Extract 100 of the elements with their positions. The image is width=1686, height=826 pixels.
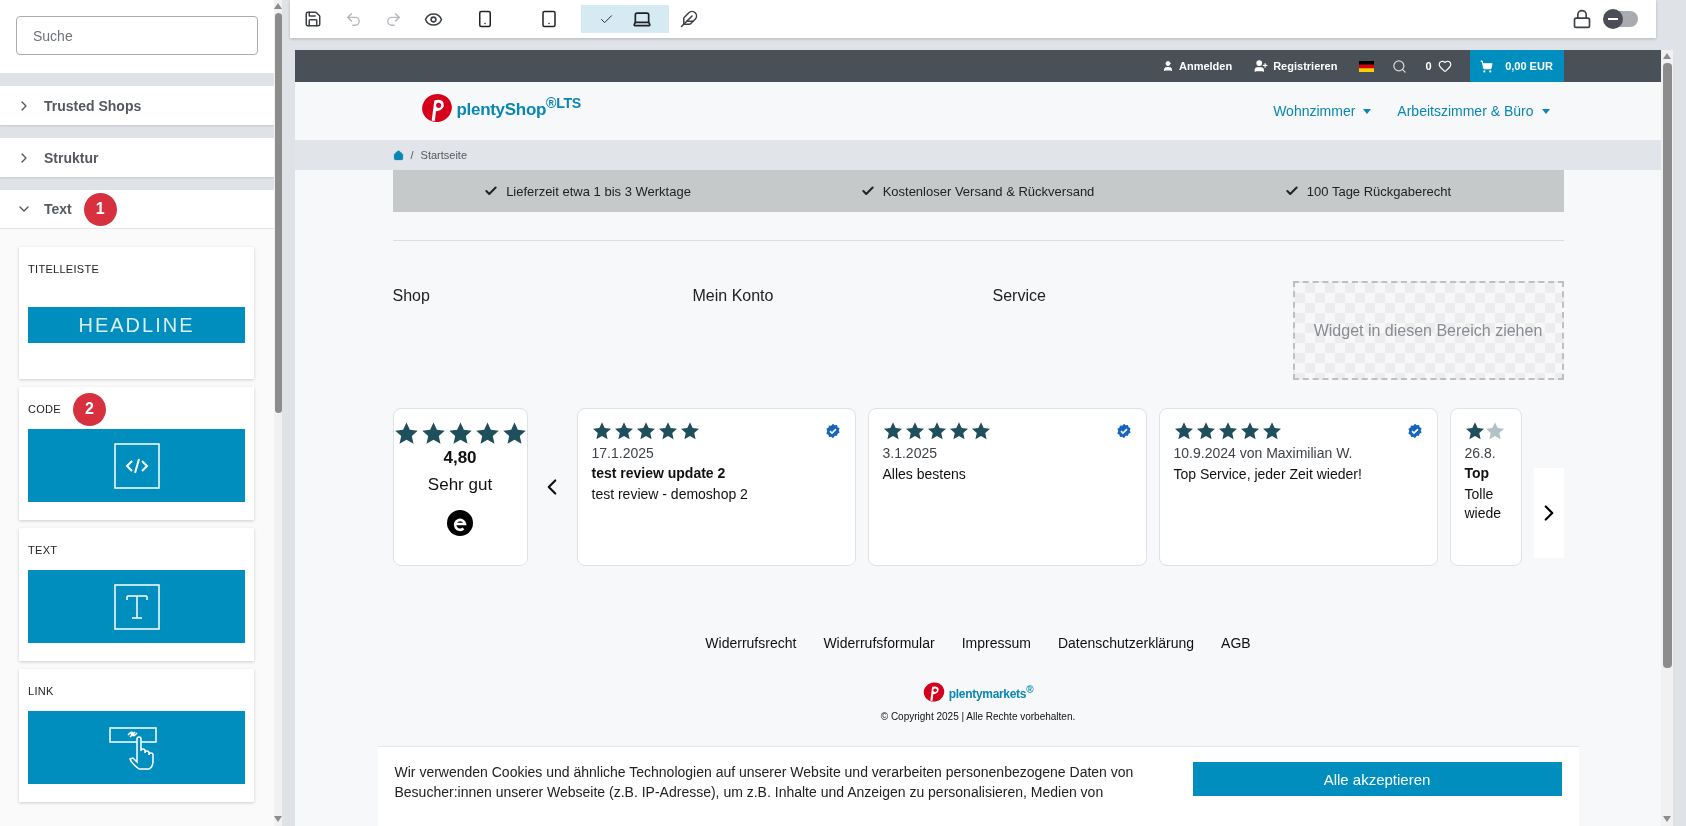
check-icon xyxy=(1284,184,1299,198)
login-link[interactable]: Anmelden xyxy=(1162,60,1233,72)
search-button[interactable] xyxy=(1392,58,1408,74)
star-icon xyxy=(926,421,947,441)
usp-item: 100 Tage Rückgaberecht xyxy=(1284,183,1452,199)
widget-label: TEXT xyxy=(28,544,58,556)
breadcrumb-separator: / xyxy=(410,149,414,161)
star-icon xyxy=(1217,421,1238,441)
user-plus-icon xyxy=(1254,59,1269,73)
cart-button[interactable]: 0,00 EUR xyxy=(1469,50,1564,82)
heart-icon xyxy=(1437,59,1452,73)
footer-link[interactable]: Widerrufsformular xyxy=(823,635,935,651)
widget-label: CODE xyxy=(28,403,61,415)
tablet-icon xyxy=(540,10,558,28)
undo-icon xyxy=(344,10,362,28)
phone-icon xyxy=(476,10,494,28)
lock-icon[interactable] xyxy=(1572,9,1592,29)
wishlist-button[interactable]: 0 xyxy=(1425,59,1452,73)
star-icon xyxy=(447,421,473,446)
section-header[interactable]: Text 1 xyxy=(0,190,274,229)
star-icon xyxy=(591,421,612,441)
star-rating-drawing xyxy=(1464,421,1505,441)
text-icon xyxy=(113,583,160,630)
footer-link[interactable]: Datenschutzerklärung xyxy=(1057,635,1195,651)
star-icon xyxy=(657,421,678,441)
user-icon xyxy=(1162,60,1174,72)
star-icon xyxy=(613,421,634,441)
review-title: test review update 2 xyxy=(591,465,727,481)
cookie-text: Wir verwenden Cookies und ähnliche Technologien auf unserer Website und verarbeiten personenbezogene Daten von Besucher:innen unserer Webseite (z.B. IP-Adresse), um z.B. Inhalte und Anzeigen zu personalisieren, Medien von xyxy=(394,763,1135,802)
footer-link[interactable]: Widerrufsrecht xyxy=(705,635,797,651)
widget-card[interactable]: TITELLEISTE HEADLINE xyxy=(19,247,254,379)
logo-icon xyxy=(420,92,453,124)
nav-link[interactable]: Arbeitszimmer & Büro xyxy=(1397,103,1550,119)
review-text: Tolle wiede xyxy=(1464,485,1503,523)
star-icon xyxy=(904,421,925,441)
toggle-switch[interactable] xyxy=(1604,11,1638,27)
section-label: Trusted Shops xyxy=(44,97,142,114)
star-icon xyxy=(679,421,700,441)
review-date: 3.1.2025 xyxy=(882,445,938,461)
widget-card[interactable]: CODE 2 xyxy=(19,387,254,520)
star-icon xyxy=(1195,421,1216,441)
scrollbar[interactable] xyxy=(274,0,282,826)
feather-icon xyxy=(680,10,698,28)
footer-link[interactable]: AGB xyxy=(1221,635,1251,651)
check-icon xyxy=(860,184,875,198)
widget-card[interactable]: LINK xyxy=(19,669,254,802)
widget-preview: HEADLINE xyxy=(28,307,245,343)
star-icon xyxy=(970,421,991,441)
nav-link[interactable]: Wohnzimmer xyxy=(1273,103,1372,119)
review-date: 17.1.2025 xyxy=(591,445,655,461)
rating-score: 4,80 xyxy=(443,448,477,468)
star-icon xyxy=(882,421,903,441)
review-date: 26.8. xyxy=(1464,445,1497,461)
section-header[interactable]: Struktur xyxy=(0,138,274,177)
widget-label: TITELLEISTE xyxy=(28,263,100,275)
device-button[interactable] xyxy=(581,5,669,33)
flag-icon xyxy=(1359,60,1375,72)
usp-item: Lieferzeit etwa 1 bis 3 Werktage xyxy=(484,183,691,199)
step-marker: 1 xyxy=(83,192,117,226)
widget-card[interactable]: TEXT xyxy=(19,528,254,661)
review-text: test review - demoshop 2 xyxy=(591,485,749,504)
star-icon xyxy=(420,421,446,446)
check-icon xyxy=(484,184,499,198)
footer-link[interactable]: Impressum xyxy=(961,635,1031,651)
search-field[interactable]: Suche xyxy=(16,16,258,55)
widget-label: LINK xyxy=(28,685,54,697)
section-label: Struktur xyxy=(44,149,99,166)
column-heading: Mein Konto xyxy=(692,287,775,306)
review-text: Top Service, jeder Zeit wieder! xyxy=(1173,465,1363,484)
save-icon xyxy=(304,10,322,28)
logo-icon xyxy=(922,681,945,703)
step-marker: 2 xyxy=(73,392,106,426)
star-icon xyxy=(948,421,969,441)
accept-button[interactable]: Alle akzeptieren xyxy=(1192,762,1562,796)
scrollbar[interactable] xyxy=(1661,50,1673,826)
star-icon xyxy=(1261,421,1282,441)
cart-icon xyxy=(1480,59,1494,73)
logo-text: plentyShop$^{®LTS}$ xyxy=(456,95,581,121)
copyright-text: © Copyright 2025 | Alle Rechte vorbehalten. xyxy=(879,711,1077,722)
section-label: Text xyxy=(44,201,72,217)
star-icon xyxy=(635,421,656,441)
home-icon[interactable] xyxy=(392,149,404,161)
column-heading: Service xyxy=(992,287,1047,306)
review-date: 10.9.2024 von Maximilian W. xyxy=(1173,445,1354,461)
review-title: Top xyxy=(1464,465,1491,481)
laptop-icon xyxy=(631,9,652,29)
redo-icon xyxy=(384,10,402,28)
review-text: Alles bestens xyxy=(882,465,967,484)
language-button[interactable] xyxy=(1359,60,1375,72)
section-header[interactable]: Trusted Shops xyxy=(0,86,274,125)
usp-item: Kostenloser Versand & Rückversand xyxy=(860,183,1095,199)
search-icon xyxy=(1392,58,1408,74)
trust-seal-icon xyxy=(446,509,474,537)
register-link[interactable]: Registrieren xyxy=(1254,59,1338,73)
star-icon xyxy=(474,421,500,446)
code-icon xyxy=(113,442,160,489)
rating-label: Sehr gut xyxy=(427,475,493,495)
breadcrumb-item[interactable]: Startseite xyxy=(420,149,468,161)
star-icon xyxy=(393,421,419,446)
star-icon xyxy=(1173,421,1194,441)
